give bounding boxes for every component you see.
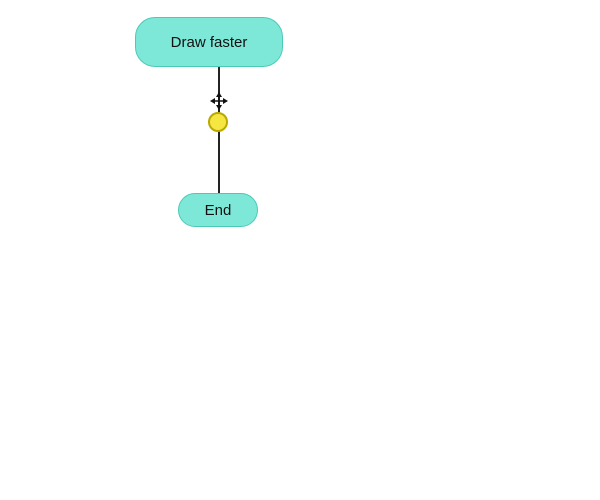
move-arrows-svg bbox=[209, 91, 229, 111]
move-cursor-icon bbox=[208, 90, 230, 112]
end-node[interactable]: End bbox=[178, 193, 258, 227]
connector-dot[interactable] bbox=[208, 112, 228, 132]
draw-faster-label: Draw faster bbox=[171, 34, 248, 51]
end-label: End bbox=[205, 202, 232, 219]
diagram-canvas: Draw faster End bbox=[0, 0, 600, 500]
draw-faster-node[interactable]: Draw faster bbox=[135, 17, 283, 67]
